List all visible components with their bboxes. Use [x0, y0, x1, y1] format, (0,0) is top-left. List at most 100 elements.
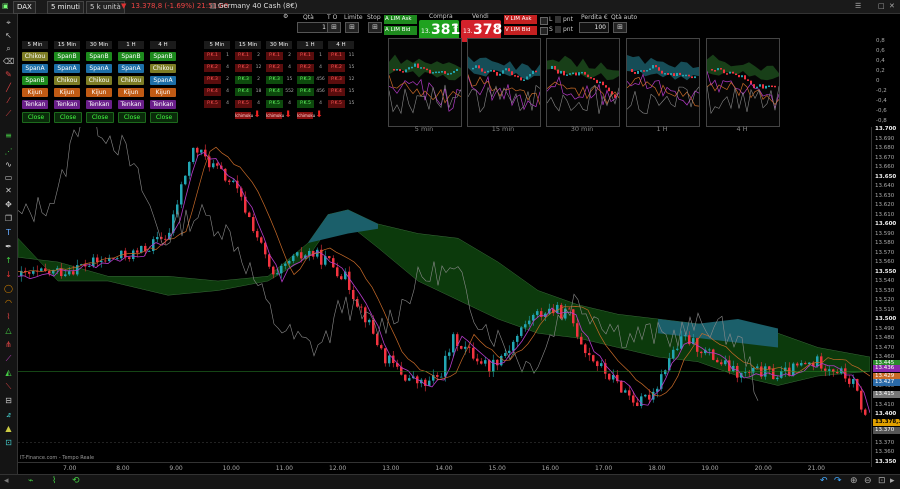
wave-tool-icon[interactable]: ∿ — [3, 160, 14, 169]
fan-tool-icon[interactable]: ⋰ — [3, 147, 14, 156]
ichimoku-button[interactable]: Ichimoku — [297, 112, 315, 119]
to-icon[interactable]: ⊞ — [327, 22, 341, 33]
limit-icon[interactable]: ⊞ — [345, 22, 359, 33]
fit-icon[interactable]: ⊡ — [878, 476, 886, 486]
ichimoku-cell[interactable]: Tenkan — [22, 100, 48, 109]
ichimoku-cell[interactable]: SpanB — [54, 52, 80, 61]
ichimoku-cell[interactable]: SpanB — [150, 52, 176, 61]
ichimoku-cell[interactable]: SpanA — [150, 76, 176, 85]
arrow-icon[interactable]: ↖ — [3, 31, 14, 40]
ichimoku-cell[interactable]: SpanA — [86, 64, 112, 73]
sell-arrow-icon[interactable]: ↓ — [3, 270, 14, 279]
scroll-right-icon[interactable]: ▸ — [890, 476, 895, 486]
ichimoku-cell[interactable]: Close — [118, 112, 146, 123]
redo-icon[interactable]: ↷ — [834, 476, 842, 486]
channel-tool-icon[interactable]: ≡ — [3, 131, 14, 140]
maximize-icon[interactable]: □ — [878, 1, 885, 12]
zoom-in-icon[interactable]: ⊕ — [850, 476, 858, 486]
sync-icon[interactable]: ⟲ — [72, 476, 80, 486]
settings-icon[interactable]: ☰ — [855, 1, 861, 12]
ichimoku-cell[interactable]: Tenkan — [86, 100, 112, 109]
ray-tool-icon[interactable]: ⁄ — [3, 96, 14, 105]
mini-chart[interactable] — [626, 38, 700, 127]
indicator-icon[interactable]: ⌇ — [52, 476, 56, 486]
qty-field[interactable]: 1 — [297, 22, 329, 33]
buy-limit-bid-button[interactable]: A LIM Bid — [384, 26, 417, 35]
ichimoku-cell[interactable]: SpanA — [54, 64, 80, 73]
chart-type-icon[interactable]: ⌁ — [28, 476, 33, 486]
pen-icon[interactable]: ✒ — [3, 242, 14, 251]
units-selector[interactable]: 5 k unità — [86, 1, 125, 14]
price-axis[interactable]: 13.700 13.690 13.680 13.670 13.660 13.650 13.6… — [871, 126, 900, 467]
s-points-field[interactable] — [555, 26, 561, 33]
pencil-icon[interactable]: ✎ — [3, 70, 14, 79]
triangle-tool-icon[interactable]: △ — [3, 326, 14, 335]
pitchfork-icon[interactable]: ⋔ — [3, 340, 14, 349]
l-checkbox[interactable] — [540, 17, 548, 25]
l-points-field[interactable] — [555, 16, 561, 23]
ichimoku-cell[interactable]: SpanA — [118, 64, 144, 73]
ichimoku-cell[interactable]: Chikou — [150, 64, 176, 73]
ichimoku-cell[interactable]: Kijun — [118, 88, 144, 97]
ichimoku-cell[interactable]: Chikou — [118, 76, 144, 85]
sell-limit-bid-button[interactable]: V LIM Bid — [504, 26, 537, 35]
s-checkbox[interactable] — [540, 27, 548, 35]
ichimoku-cell[interactable]: SpanB — [118, 52, 144, 61]
symbol-selector[interactable]: DAX — [13, 1, 36, 14]
ichimoku-cell[interactable]: Kijun — [22, 88, 48, 97]
alert-icon[interactable]: ▲ — [3, 424, 14, 433]
timeline-icon[interactable]: ⊡ — [3, 438, 14, 447]
eraser-icon[interactable]: ⌫ — [3, 57, 14, 66]
timeframe-selector[interactable]: 5 minuti — [47, 1, 85, 14]
loss-field[interactable]: 100 — [579, 22, 609, 33]
ichimoku-cell[interactable]: SpanA — [22, 64, 48, 73]
ichimoku-button[interactable]: Ichimoku — [266, 112, 284, 119]
cycle-icon[interactable]: ◭ — [3, 368, 14, 377]
ichimoku-cell[interactable]: Chikou — [86, 76, 112, 85]
undo-icon[interactable]: ↶ — [820, 476, 828, 486]
ichimoku-cell[interactable]: SpanB — [86, 52, 112, 61]
ichimoku-cell[interactable]: SpanB — [22, 76, 48, 85]
fibonacci-icon[interactable]: ⌇ — [3, 312, 14, 321]
stop-icon[interactable]: ⊞ — [368, 22, 382, 33]
buy-arrow-icon[interactable]: ↑ — [3, 256, 14, 265]
ticket-icon[interactable]: ⚙ — [283, 13, 288, 20]
ichimoku-cell[interactable]: Kijun — [150, 88, 176, 97]
ichimoku-cell[interactable]: Close — [86, 112, 114, 123]
move-icon[interactable]: ✥ — [3, 200, 14, 209]
platform-icon[interactable]: ▣ — [2, 1, 9, 12]
ichimoku-cell[interactable]: Close — [54, 112, 82, 123]
ichimoku-cell[interactable]: Kijun — [54, 88, 80, 97]
mini-chart[interactable] — [546, 38, 620, 127]
text-tool-icon[interactable]: T — [3, 228, 14, 237]
ichimoku-cell[interactable]: Tenkan — [150, 100, 176, 109]
copy-icon[interactable]: ❐ — [3, 214, 14, 223]
ellipse-tool-icon[interactable]: ◯ — [3, 284, 14, 293]
gann-icon[interactable]: ⟋ — [3, 354, 14, 363]
rect-tool-icon[interactable]: ▭ — [3, 173, 14, 182]
ichimoku-cell[interactable]: Chikou — [54, 76, 80, 85]
scroll-left-icon[interactable]: ◂ — [4, 476, 9, 486]
mini-chart[interactable] — [388, 38, 462, 127]
zoom-out-icon[interactable]: ⊖ — [864, 476, 872, 486]
cursor-icon[interactable]: ⌖ — [3, 18, 14, 27]
auto-qty-icon[interactable]: ⊞ — [613, 22, 627, 33]
mini-chart[interactable] — [467, 38, 541, 127]
zoom-icon[interactable]: ⌕ — [3, 44, 14, 53]
ichimoku-cell[interactable]: Chikou — [22, 52, 48, 61]
main-chart[interactable] — [18, 127, 870, 462]
ichimoku-cell[interactable]: Tenkan — [118, 100, 144, 109]
close-icon[interactable]: ✕ — [889, 1, 895, 12]
ichimoku-cell[interactable]: Close — [22, 112, 50, 123]
ichimoku-cell[interactable]: Kijun — [86, 88, 112, 97]
trend-tool-icon[interactable]: ⟋ — [3, 109, 14, 118]
mini-chart[interactable] — [706, 38, 780, 127]
regression-icon[interactable]: ⟍ — [3, 382, 14, 391]
buy-limit-ask-button[interactable]: A LIM Ask — [384, 15, 417, 24]
tools-icon[interactable]: ✕ — [3, 186, 14, 195]
line-tool-icon[interactable]: ╱ — [3, 83, 14, 92]
ichimoku-button[interactable]: Ichimoku — [235, 112, 253, 119]
ichimoku-cell[interactable]: Close — [150, 112, 178, 123]
measure-icon[interactable]: ⊟ — [3, 396, 14, 405]
sell-limit-ask-button[interactable]: V LIM Ask — [504, 15, 537, 24]
